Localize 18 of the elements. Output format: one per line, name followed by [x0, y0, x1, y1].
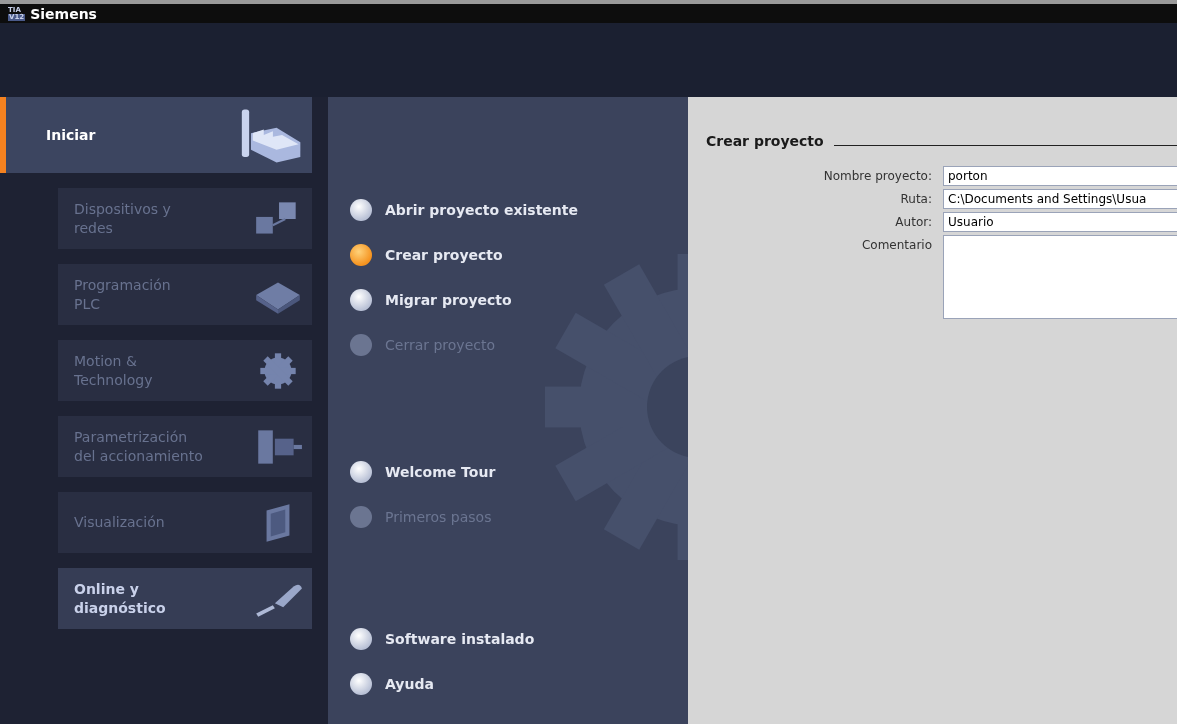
window-title: Siemens [30, 5, 97, 22]
action-link[interactable]: Abrir proyecto existente [350, 187, 688, 232]
comment-field[interactable] [943, 235, 1177, 319]
field-label: Nombre proyecto: [822, 169, 932, 183]
action-link[interactable]: Crear proyecto [350, 232, 688, 277]
field-label: Autor: [894, 215, 932, 229]
input-field[interactable]: C:\Documents and Settings\Usua [943, 189, 1177, 209]
input-field[interactable]: porton [943, 166, 1177, 186]
field-label: Ruta: [899, 192, 932, 206]
action-link[interactable]: Migrar proyecto [350, 277, 688, 322]
action-link[interactable]: Ayuda [350, 661, 688, 706]
field-label: Comentario [860, 237, 932, 252]
action-link[interactable]: Welcome Tour [350, 449, 688, 494]
sidebar-item[interactable]: Online y diagnóstico [58, 568, 312, 629]
input-field[interactable]: Usuario [943, 212, 1177, 232]
section-heading: Crear proyecto [706, 133, 824, 149]
portal-tab[interactable]: Iniciar [0, 97, 312, 173]
action-link[interactable]: Software instalado [350, 616, 688, 661]
